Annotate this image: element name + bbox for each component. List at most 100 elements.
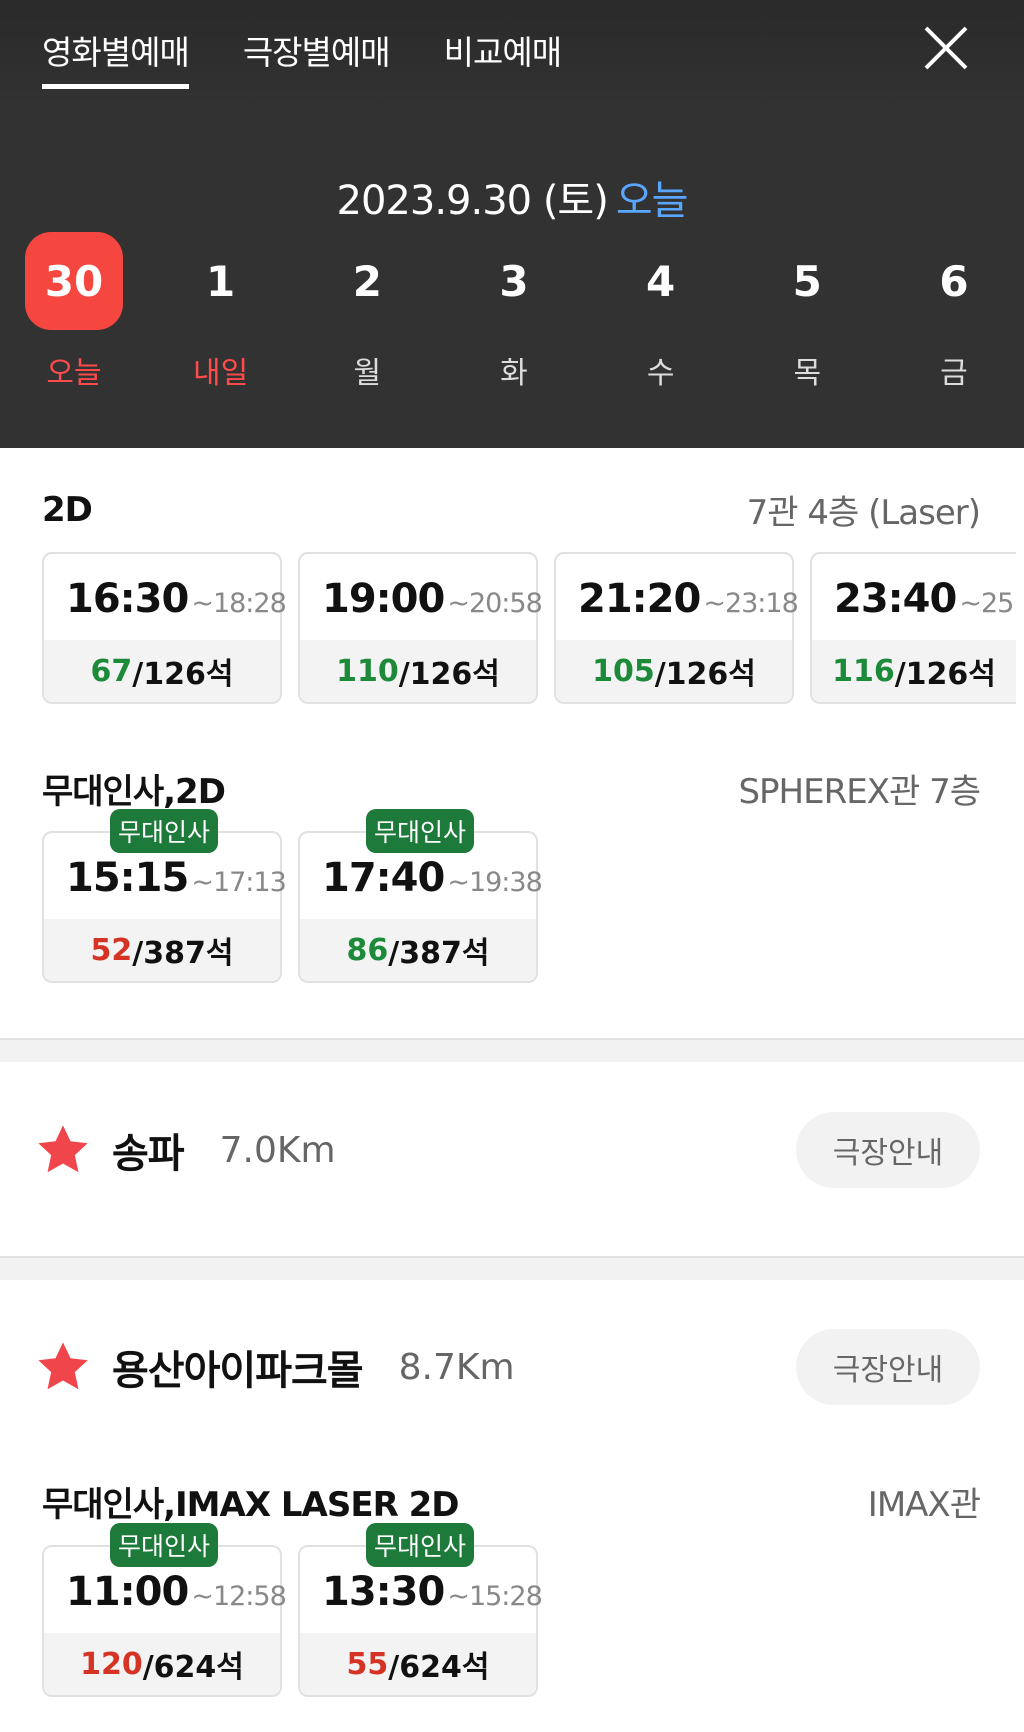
total-seats: /126석 (132, 657, 234, 692)
day-item[interactable]: 2 월 (317, 232, 417, 392)
day-item[interactable]: 6 금 (904, 232, 1004, 392)
available-seats: 116 (832, 653, 895, 689)
section-divider (0, 1038, 1024, 1062)
close-icon[interactable] (920, 22, 972, 74)
total-seats: /126석 (894, 657, 996, 692)
start-time: 11:00 (66, 1569, 189, 1615)
tab-by-theater[interactable]: 극장별예매 (243, 26, 391, 89)
day-item[interactable]: 30 오늘 (24, 232, 124, 392)
seat-count: 55/624석 (300, 1633, 536, 1695)
theater-distance: 8.7Km (398, 1346, 515, 1388)
seat-count: 120/624석 (44, 1633, 280, 1695)
end-time: ~12:58 (191, 1581, 286, 1612)
showtime-card[interactable]: 무대인사 17:40 ~19:38 86/387석 (298, 809, 543, 983)
total-seats: /126석 (654, 657, 756, 692)
day-item[interactable]: 3 화 (464, 232, 564, 392)
end-time: ~25:38 (959, 588, 1016, 619)
showtime-list: 무대인사 11:00 ~12:58 120/624석 무대인사 13:30 ~15:… (42, 1523, 554, 1697)
today-label: 오늘 (615, 178, 689, 224)
day-number: 5 (792, 256, 822, 306)
day-of-week: 내일 (193, 356, 249, 391)
end-time: ~18:28 (191, 588, 286, 619)
seat-count: 67/126석 (44, 640, 280, 702)
tab-by-movie[interactable]: 영화별예매 (42, 26, 190, 89)
end-time: ~17:13 (191, 867, 286, 898)
hall-label: IMAX관 (867, 1485, 981, 1525)
day-item[interactable]: 5 목 (757, 232, 857, 392)
available-seats: 110 (336, 653, 399, 689)
total-seats: /387석 (132, 936, 234, 971)
showtime-group-header: 무대인사,IMAX LASER 2D IMAX관 (42, 1477, 981, 1526)
section-divider (0, 1256, 1024, 1280)
start-time: 17:40 (322, 855, 445, 901)
date-text: 2023.9.30 (토) (336, 178, 609, 224)
available-seats: 55 (346, 1646, 389, 1682)
favorite-star-icon[interactable] (34, 1338, 92, 1396)
theater-info-button[interactable]: 극장안내 (796, 1329, 980, 1405)
showtime-card[interactable]: 16:30 ~18:28 67/126석 (42, 552, 287, 704)
day-number: 30 (25, 232, 123, 330)
date-picker: 30 오늘 1 내일 2 월 3 화 4 수 5 목 6 금 (24, 232, 1004, 392)
total-seats: /387석 (388, 936, 490, 971)
day-item[interactable]: 1 내일 (171, 232, 271, 392)
format-label: 2D (42, 489, 93, 530)
showtime-card[interactable]: 23:40~25:38 116/126석 (810, 552, 1016, 704)
start-time: 16:30 (66, 576, 189, 622)
day-of-week: 오늘 (46, 356, 102, 391)
showtime-card[interactable]: 무대인사 11:00 ~12:58 120/624석 (42, 1523, 287, 1697)
total-seats: /126석 (398, 657, 500, 692)
format-label: 무대인사,IMAX LASER 2D (42, 1485, 459, 1525)
showtime-card[interactable]: 무대인사 15:15 ~17:13 52/387석 (42, 809, 287, 983)
stage-greeting-badge: 무대인사 (366, 1523, 475, 1567)
end-time: ~23:18 (703, 588, 798, 619)
theater-info-button[interactable]: 극장안내 (796, 1112, 980, 1188)
day-of-week: 화 (500, 356, 528, 391)
start-time: 21:20 (578, 576, 701, 622)
day-item[interactable]: 4 수 (611, 232, 711, 392)
start-time: 13:30 (322, 1569, 445, 1615)
showtime-card[interactable]: 21:20 ~23:18 105/126석 (554, 552, 799, 704)
available-seats: 105 (592, 653, 655, 689)
theater-name: 송파 (112, 1131, 185, 1177)
day-number: 3 (499, 256, 529, 306)
showtime-list: 무대인사 15:15 ~17:13 52/387석 무대인사 17:40 ~19:3… (42, 809, 554, 983)
end-time: ~20:58 (447, 588, 542, 619)
start-time: 15:15 (66, 855, 189, 901)
theater-name: 용산아이파크몰 (112, 1348, 364, 1394)
stage-greeting-badge: 무대인사 (110, 1523, 219, 1567)
theater-header: 용산아이파크몰 8.7Km 극장안내 (34, 1329, 980, 1405)
day-number: 6 (939, 256, 969, 306)
end-time: ~19:38 (447, 867, 542, 898)
day-number: 2 (352, 256, 382, 306)
seat-count: 116/126석 (812, 640, 1016, 702)
total-seats: /624석 (142, 1650, 244, 1685)
day-number: 4 (646, 256, 676, 306)
seat-count: 86/387석 (300, 919, 536, 981)
day-of-week: 월 (353, 356, 382, 391)
seat-count: 105/126석 (556, 640, 792, 702)
showtime-card[interactable]: 무대인사 13:30 ~15:28 55/624석 (298, 1523, 543, 1697)
day-of-week: 수 (646, 356, 675, 391)
end-time: ~15:28 (447, 1581, 542, 1612)
available-seats: 52 (90, 932, 133, 968)
hall-label: SPHEREX관 7층 (738, 772, 981, 812)
available-seats: 67 (90, 653, 133, 689)
tab-compare[interactable]: 비교예매 (444, 26, 562, 89)
stage-greeting-badge: 무대인사 (366, 809, 475, 853)
favorite-star-icon[interactable] (34, 1121, 92, 1179)
format-label: 무대인사,2D (42, 772, 226, 812)
showtime-group-header: 2D 7관 4층 (Laser) (42, 485, 981, 534)
seat-count: 110/126석 (300, 640, 536, 702)
day-of-week: 금 (940, 356, 968, 391)
header: 영화별예매 극장별예매 비교예매 2023.9.30 (토) 오늘 30 오늘 1… (0, 0, 1024, 448)
seat-count: 52/387석 (44, 919, 280, 981)
showtime-group-header: 무대인사,2D SPHEREX관 7층 (42, 764, 981, 813)
available-seats: 86 (346, 932, 389, 968)
selected-date: 2023.9.30 (토) 오늘 (0, 168, 1024, 226)
day-number: 1 (206, 256, 236, 306)
stage-greeting-badge: 무대인사 (110, 809, 219, 853)
start-time: 19:00 (322, 576, 445, 622)
theater-distance: 7.0Km (219, 1129, 336, 1171)
total-seats: /624석 (388, 1650, 490, 1685)
showtime-card[interactable]: 19:00 ~20:58 110/126석 (298, 552, 543, 704)
